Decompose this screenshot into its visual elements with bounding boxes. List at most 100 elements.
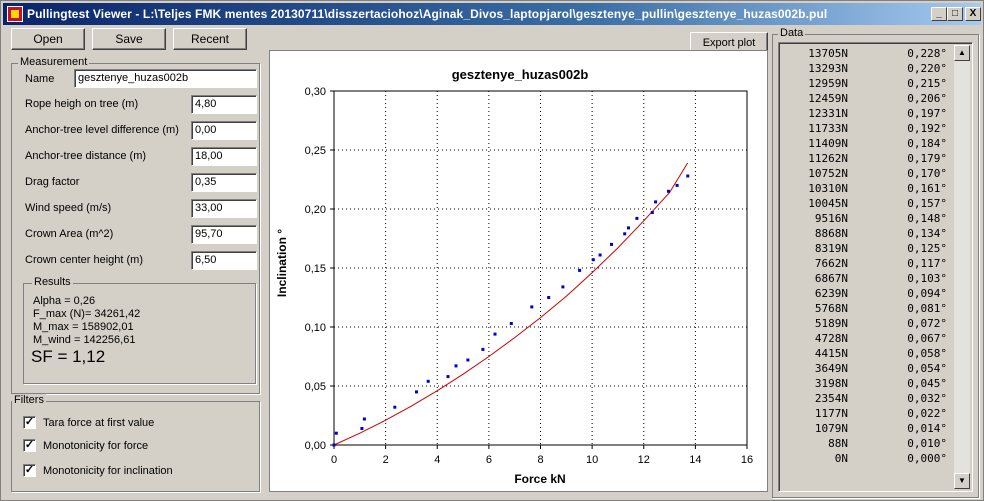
data-row-force: 10045N bbox=[808, 197, 848, 210]
data-row[interactable]: 3198N 0,045° bbox=[779, 376, 955, 391]
monotonicity-inclination-label: Monotonicity for inclination bbox=[43, 465, 173, 477]
data-row[interactable]: 2354N 0,032° bbox=[779, 391, 955, 406]
close-button[interactable]: X bbox=[965, 7, 981, 21]
data-row-angle: 0,117° bbox=[907, 257, 947, 270]
data-row-force: 8319N bbox=[814, 242, 848, 255]
data-row[interactable]: 12959N 0,215° bbox=[779, 76, 955, 91]
data-point bbox=[650, 211, 654, 214]
data-row[interactable]: 5189N 0,072° bbox=[779, 316, 955, 331]
data-row-force: 88N bbox=[828, 437, 848, 450]
maximize-button[interactable]: □ bbox=[947, 7, 963, 21]
data-row[interactable]: 1177N 0,022° bbox=[779, 406, 955, 421]
data-row[interactable]: 88N 0,010° bbox=[779, 436, 955, 451]
tara-force-checkbox[interactable]: ✓ bbox=[23, 416, 36, 429]
data-row-angle: 0,192° bbox=[907, 122, 947, 135]
plot-panel: gesztenye_huzas002b 0 2 4 6 8 10 12 14 16 0,00 0,0… bbox=[269, 50, 768, 492]
data-point bbox=[635, 216, 639, 220]
data-point bbox=[334, 431, 338, 435]
open-button[interactable]: Open bbox=[11, 28, 85, 50]
data-row-force: 10752N bbox=[808, 167, 848, 180]
data-point bbox=[561, 285, 565, 289]
data-row[interactable]: 10310N 0,161° bbox=[779, 181, 955, 196]
data-row[interactable]: 4415N 0,058° bbox=[779, 346, 955, 361]
x-tick-label: 10 bbox=[586, 454, 598, 466]
anchor-distance-input[interactable]: 18,00 bbox=[191, 147, 257, 166]
anchor-level-diff-label: Anchor-tree level difference (m) bbox=[25, 124, 179, 136]
recent-button[interactable]: Recent bbox=[173, 28, 247, 50]
title-bar[interactable]: Pullingtest Viewer - L:\Teljes FMK mente… bbox=[3, 3, 981, 25]
data-row-angle: 0,081° bbox=[907, 302, 947, 315]
data-row-force: 4728N bbox=[814, 332, 848, 345]
data-row-angle: 0,103° bbox=[907, 272, 947, 285]
data-row-force: 11262N bbox=[808, 152, 848, 165]
rope-height-input[interactable]: 4,80 bbox=[191, 95, 257, 114]
wind-speed-input[interactable]: 33,00 bbox=[191, 199, 257, 218]
data-point bbox=[332, 443, 336, 447]
data-row-angle: 0,010° bbox=[907, 437, 947, 450]
data-row[interactable]: 8319N 0,125° bbox=[779, 241, 955, 256]
name-input[interactable]: gesztenye_huzas002b bbox=[74, 69, 257, 88]
data-point bbox=[466, 358, 470, 362]
data-row-angle: 0,032° bbox=[907, 392, 947, 405]
y-tick-label: 0,05 bbox=[305, 381, 326, 393]
data-row[interactable]: 6867N 0,103° bbox=[779, 271, 955, 286]
data-row-angle: 0,058° bbox=[907, 347, 947, 360]
data-row[interactable]: 11733N 0,192° bbox=[779, 121, 955, 136]
drag-factor-input[interactable]: 0,35 bbox=[191, 173, 257, 192]
safety-factor-value: SF = 1,12 bbox=[31, 347, 106, 366]
minimize-button[interactable]: _ bbox=[931, 7, 947, 21]
data-scrollbar[interactable]: ▲ ▼ bbox=[954, 45, 970, 489]
data-point bbox=[591, 258, 595, 262]
data-point bbox=[675, 183, 679, 187]
data-row[interactable]: 13705N 0,228° bbox=[779, 46, 955, 61]
data-row-angle: 0,197° bbox=[907, 107, 947, 120]
data-row[interactable]: 9516N 0,148° bbox=[779, 211, 955, 226]
tara-force-label: Tara force at first value bbox=[43, 417, 155, 429]
save-button[interactable]: Save bbox=[92, 28, 166, 50]
data-row[interactable]: 7662N 0,117° bbox=[779, 256, 955, 271]
data-point bbox=[654, 200, 658, 204]
data-row-force: 3649N bbox=[814, 362, 848, 375]
data-row[interactable]: 3649N 0,054° bbox=[779, 361, 955, 376]
data-row[interactable]: 13293N 0,220° bbox=[779, 61, 955, 76]
data-row[interactable]: 4728N 0,067° bbox=[779, 331, 955, 346]
data-row[interactable]: 12331N 0,197° bbox=[779, 106, 955, 121]
y-tick-label: 0,30 bbox=[305, 86, 326, 98]
scroll-down-icon[interactable]: ▼ bbox=[954, 473, 970, 489]
crown-center-height-input[interactable]: 6,50 bbox=[191, 251, 257, 270]
data-row-force: 12459N bbox=[808, 92, 848, 105]
data-row[interactable]: 1079N 0,014° bbox=[779, 421, 955, 436]
monotonicity-force-label: Monotonicity for force bbox=[43, 440, 149, 452]
x-axis-label: Force kN bbox=[514, 472, 565, 486]
data-point bbox=[415, 390, 418, 394]
anchor-distance-label: Anchor-tree distance (m) bbox=[25, 150, 147, 162]
inclination-chart: gesztenye_huzas002b 0 2 4 6 8 10 12 14 16 0,00 0,0… bbox=[270, 51, 767, 491]
crown-center-height-label: Crown center height (m) bbox=[25, 254, 143, 266]
data-row[interactable]: 12459N 0,206° bbox=[779, 91, 955, 106]
rope-height-label: Rope heigh on tree (m) bbox=[25, 98, 139, 110]
data-row[interactable]: 10045N 0,157° bbox=[779, 196, 955, 211]
scroll-up-icon[interactable]: ▲ bbox=[954, 45, 970, 61]
data-listbox[interactable]: 13705N 0,228° 13293N 0,220° 12959N 0,215° 1245… bbox=[778, 42, 973, 492]
y-tick-label: 0,20 bbox=[305, 204, 326, 216]
data-point bbox=[509, 322, 513, 325]
data-row[interactable]: 11262N 0,179° bbox=[779, 151, 955, 166]
data-row-angle: 0,067° bbox=[907, 332, 947, 345]
data-row-angle: 0,157° bbox=[907, 197, 947, 210]
data-row[interactable]: 6239N 0,094° bbox=[779, 286, 955, 301]
data-row-force: 1079N bbox=[814, 422, 848, 435]
anchor-level-diff-input[interactable]: 0,00 bbox=[191, 121, 257, 140]
data-row[interactable]: 8868N 0,134° bbox=[779, 226, 955, 241]
data-row[interactable]: 11409N 0,184° bbox=[779, 136, 955, 151]
data-row[interactable]: 5768N 0,081° bbox=[779, 301, 955, 316]
data-row-force: 8868N bbox=[814, 227, 848, 240]
data-row-force: 5768N bbox=[814, 302, 848, 315]
data-legend: Data bbox=[778, 27, 806, 39]
x-tick-label: 16 bbox=[741, 454, 753, 466]
monotonicity-inclination-checkbox[interactable]: ✓ bbox=[23, 464, 36, 477]
data-row[interactable]: 0N 0,000° bbox=[779, 451, 955, 466]
data-row[interactable]: 10752N 0,170° bbox=[779, 166, 955, 181]
crown-area-input[interactable]: 95,70 bbox=[191, 225, 257, 244]
monotonicity-force-checkbox[interactable]: ✓ bbox=[23, 439, 36, 452]
x-tick-label: 14 bbox=[689, 454, 701, 466]
